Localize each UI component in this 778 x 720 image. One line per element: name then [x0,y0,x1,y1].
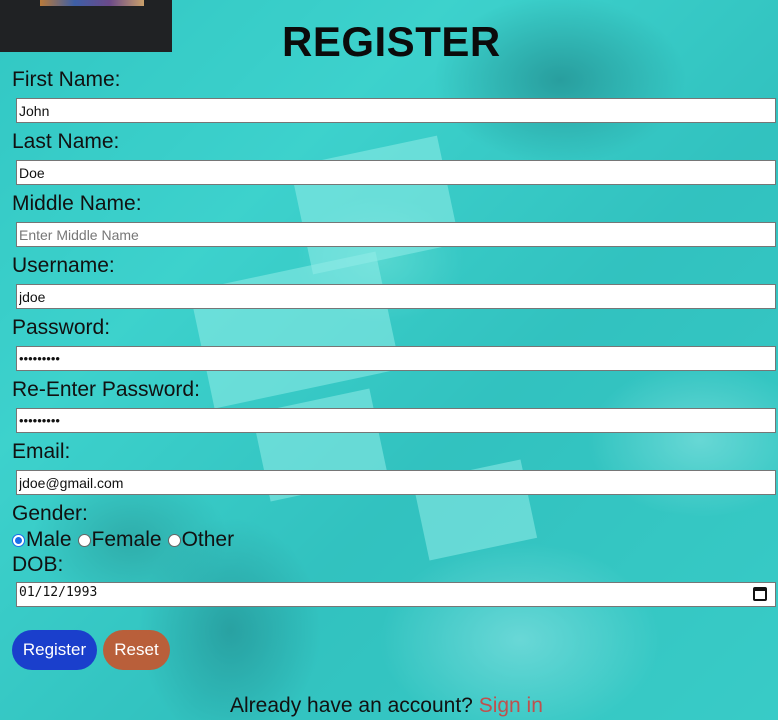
signin-prompt-text: Already have an account? [230,694,473,717]
reenter-password-label: Re-Enter Password: [12,378,200,401]
last-name-input[interactable] [16,160,776,185]
password-label: Password: [12,316,111,339]
password-input[interactable] [16,346,776,371]
username-label: Username: [12,254,115,277]
register-button[interactable]: Register [12,630,97,670]
page-title: REGISTER [282,18,501,65]
gender-label: Gender: [12,502,88,525]
signin-link[interactable]: Sign in [479,694,543,717]
reenter-password-input[interactable] [16,408,776,433]
first-name-label: First Name: [12,68,121,91]
gender-radio-group: Male Female Other [12,528,234,552]
dob-label: DOB: [12,553,64,576]
gender-female-label: Female [91,528,162,551]
gender-other-label: Other [181,528,235,551]
dob-value: 01/12/1993 [19,585,98,600]
gender-male-label: Male [26,528,72,551]
first-name-input[interactable] [16,98,776,123]
gender-male-radio[interactable] [12,533,25,547]
middle-name-label: Middle Name: [12,192,142,215]
last-name-label: Last Name: [12,130,120,153]
gender-female-radio[interactable] [77,533,91,547]
signin-prompt: Already have an account? Sign in [230,694,543,718]
dob-input[interactable]: 01/12/1993 [16,582,776,607]
gender-other-radio[interactable] [167,533,181,547]
email-input[interactable] [16,470,776,495]
email-label: Email: [12,440,71,463]
middle-name-input[interactable] [16,222,776,247]
calendar-icon[interactable] [753,587,767,601]
register-form: REGISTER First Name: Last Name: Middle N… [0,0,778,720]
reset-button[interactable]: Reset [103,630,170,670]
username-input[interactable] [16,284,776,309]
